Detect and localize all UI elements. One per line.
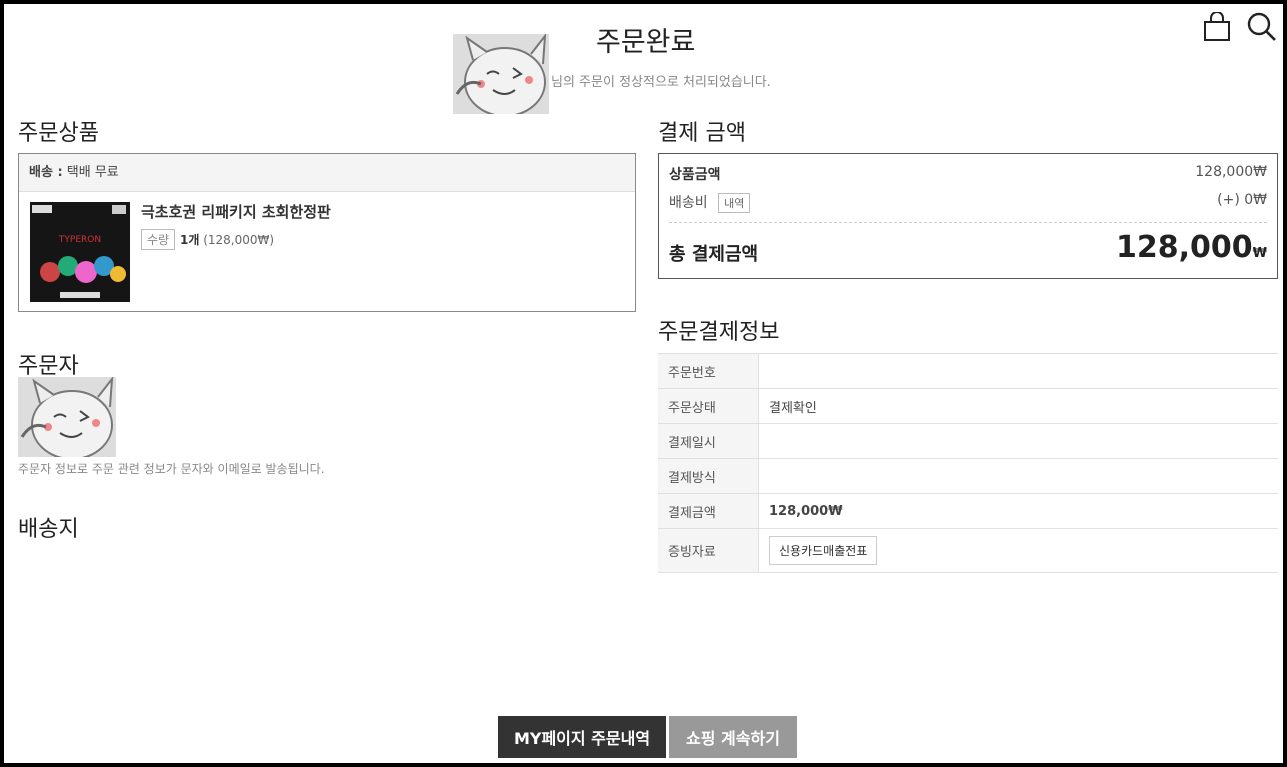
product-name[interactable]: 극초호권 리패키지 초회한정판 <box>141 201 331 222</box>
continue-shopping-button[interactable]: 쇼핑 계속하기 <box>669 716 797 758</box>
shipping-method-value: 택배 무료 <box>66 165 119 180</box>
shipping-detail-button[interactable]: 내역 <box>718 193 751 213</box>
order-status-label: 주문상태 <box>658 388 759 424</box>
receipt-cell: 신용카드매출전표 <box>758 528 1278 573</box>
orderer-note: 주문자 정보로 주문 관련 정보가 문자와 이메일로 발송됩니다. <box>18 462 325 476</box>
order-number-label: 주문번호 <box>658 353 759 389</box>
payment-amount-heading: 결제 금액 <box>658 121 746 146</box>
total-amount-number: 128,000 <box>1116 230 1253 265</box>
table-row: 주문상태 결제확인 <box>658 388 1278 424</box>
search-icon[interactable] <box>1247 12 1277 42</box>
payment-info-heading: 주문결제정보 <box>658 320 780 345</box>
top-icons <box>1203 12 1277 42</box>
my-orders-button[interactable]: MY페이지 주문내역 <box>498 716 666 758</box>
table-row: 결제일시 <box>658 423 1278 459</box>
total-amount-label: 총 결제금액 <box>669 244 759 265</box>
product-thumbnail[interactable]: TYPERON <box>30 202 130 302</box>
order-item-box: 배송 : 택배 무료 TYPERON 극초호권 리패키지 초회한정판 수량 1개… <box>18 153 636 312</box>
quantity-count: 1개 <box>180 233 200 247</box>
shipping-method-label: 배송 : <box>29 165 63 180</box>
payment-amount-value: 128,000₩ <box>758 493 1278 529</box>
shipping-address-heading: 배송지 <box>18 517 79 542</box>
order-status-value: 결제확인 <box>758 388 1278 424</box>
orderer-avatar <box>18 377 116 457</box>
table-row: 결제금액 128,000₩ <box>658 493 1278 529</box>
shipping-fee-row: 배송비 내역 (+) 0₩ <box>669 192 1267 213</box>
payment-method-value <box>758 458 1278 494</box>
orderer-heading: 주문자 <box>18 354 79 379</box>
payment-method-label: 결제방식 <box>658 458 759 494</box>
total-amount-value: 128,000₩ <box>1116 230 1267 265</box>
shipping-fee-label: 배송비 <box>669 195 708 211</box>
product-amount-value: 128,000₩ <box>1195 164 1267 180</box>
credit-card-receipt-button[interactable]: 신용카드매출전표 <box>769 536 878 565</box>
divider <box>669 222 1267 223</box>
payment-date-value <box>758 423 1278 459</box>
shopping-bag-icon[interactable] <box>1203 12 1231 42</box>
receipt-label: 증빙자료 <box>658 528 759 573</box>
total-currency: ₩ <box>1252 246 1267 261</box>
shipping-fee-value: (+) 0₩ <box>1217 192 1267 208</box>
payment-amount-box: 상품금액 128,000₩ 배송비 내역 (+) 0₩ 총 결제금액 128,0… <box>658 153 1278 279</box>
table-row: 결제방식 <box>658 458 1278 494</box>
shipping-method: 배송 : 택배 무료 <box>19 154 635 192</box>
quantity-value: 1개 (128,000₩) <box>180 231 274 248</box>
payment-date-label: 결제일시 <box>658 423 759 459</box>
product-amount-row: 상품금액 128,000₩ <box>669 164 1267 184</box>
page-title: 주문완료 <box>596 27 696 58</box>
payment-amount-label: 결제금액 <box>658 493 759 529</box>
order-number-value <box>758 353 1278 389</box>
order-items-heading: 주문상품 <box>18 121 99 146</box>
payment-info-table: 주문번호 주문상태 결제확인 결제일시 결제방식 결제금액 128,000₩ 증… <box>658 353 1278 573</box>
avatar <box>453 34 549 114</box>
page-subtitle: 님의 주문이 정상적으로 처리되었습니다. <box>551 75 771 90</box>
table-row: 증빙자료 신용카드매출전표 <box>658 528 1278 573</box>
svg-text:TYPERON: TYPERON <box>58 235 101 245</box>
quantity-price: (128,000₩) <box>203 233 275 247</box>
table-row: 주문번호 <box>658 353 1278 389</box>
quantity-label: 수량 <box>141 229 176 250</box>
product-amount-label: 상품금액 <box>669 167 721 183</box>
